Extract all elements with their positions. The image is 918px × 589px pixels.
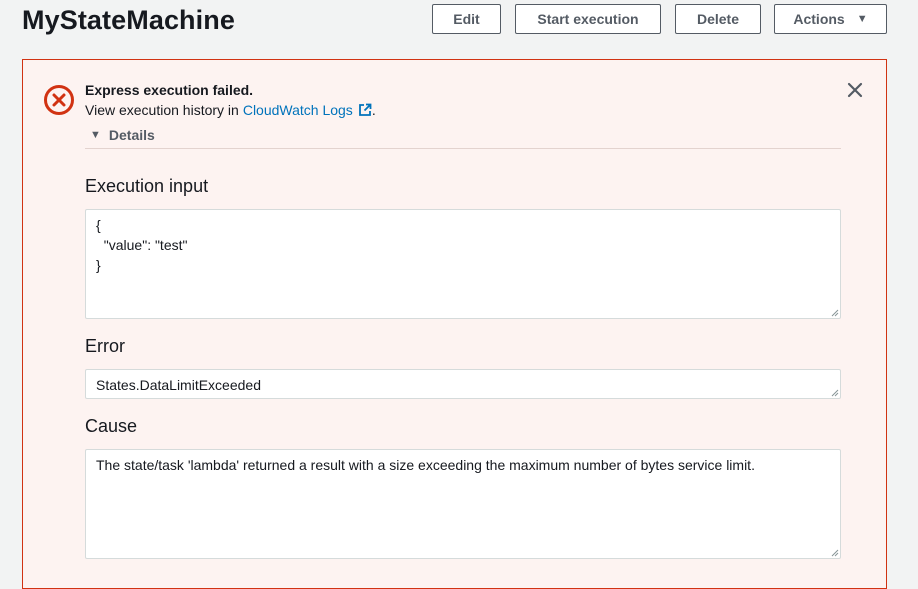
error-field[interactable]: States.DataLimitExceeded	[85, 369, 841, 399]
cause-value: The state/task 'lambda' returned a resul…	[96, 457, 755, 473]
alert-message-suffix: .	[371, 102, 376, 118]
actions-button-label: Actions	[793, 11, 845, 27]
alert-title: Express execution failed.	[85, 82, 254, 98]
details-label: Details	[108, 127, 155, 143]
alert-message: View execution history in CloudWatch Log…	[85, 101, 376, 119]
cause-label: Cause	[85, 416, 138, 436]
page-title: MyStateMachine	[22, 5, 235, 35]
edit-button[interactable]: Edit	[432, 4, 501, 34]
execution-input-value: { "value": "test" }	[96, 217, 188, 273]
cloudwatch-logs-link-label: CloudWatch Logs	[242, 102, 353, 118]
caret-down-icon: ▼	[856, 13, 868, 25]
start-execution-button[interactable]: Start execution	[515, 4, 661, 34]
external-link-icon	[358, 103, 372, 116]
details-toggle[interactable]: ▼ Details	[90, 126, 155, 144]
alert-message-text: View execution history in	[85, 102, 239, 118]
close-icon[interactable]	[845, 80, 865, 100]
execution-input-field[interactable]: { "value": "test" }	[85, 209, 841, 319]
execution-input-label: Execution input	[85, 176, 209, 196]
resize-handle-icon[interactable]	[830, 388, 839, 397]
delete-button[interactable]: Delete	[675, 4, 761, 34]
resize-handle-icon[interactable]	[830, 308, 839, 317]
cause-field[interactable]: The state/task 'lambda' returned a resul…	[85, 449, 841, 559]
resize-handle-icon[interactable]	[830, 548, 839, 557]
caret-down-icon: ▼	[90, 129, 101, 141]
cloudwatch-logs-link[interactable]: CloudWatch Logs	[243, 101, 372, 119]
error-alert: Express execution failed. View execution…	[22, 59, 887, 589]
actions-dropdown-button[interactable]: Actions ▼	[774, 4, 887, 34]
error-circle-x-icon	[44, 85, 74, 115]
divider	[85, 148, 841, 149]
error-value: States.DataLimitExceeded	[96, 377, 261, 393]
error-label: Error	[85, 336, 125, 356]
